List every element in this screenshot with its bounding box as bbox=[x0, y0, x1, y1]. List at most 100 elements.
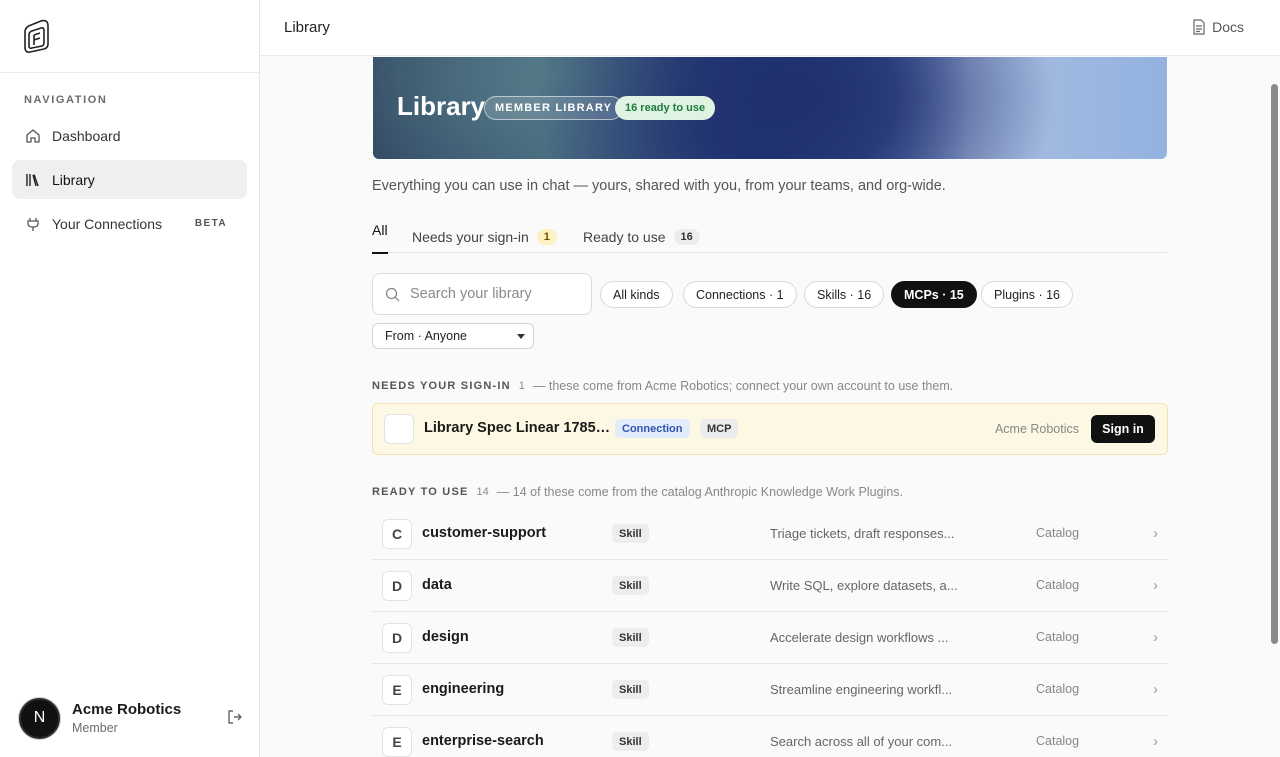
beta-badge: BETA bbox=[194, 218, 227, 229]
item-name: customer-support bbox=[422, 525, 547, 541]
item-initial: E bbox=[382, 675, 412, 705]
item-initial: D bbox=[382, 571, 412, 601]
scrollbar-thumb[interactable] bbox=[1271, 84, 1278, 644]
item-initial: E bbox=[382, 727, 412, 757]
filter-skills[interactable]: Skills · 16 bbox=[804, 281, 885, 308]
app-logo-icon[interactable] bbox=[22, 19, 52, 53]
table-row[interactable]: C customer-support Skill Triage tickets,… bbox=[372, 508, 1168, 560]
table-row[interactable]: D design Skill Accelerate design workflo… bbox=[372, 612, 1168, 664]
skill-tag: Skill bbox=[612, 680, 649, 699]
item-name: Library Spec Linear 178575... bbox=[424, 420, 614, 436]
docs-link[interactable]: Docs bbox=[1192, 19, 1244, 35]
table-row[interactable]: E enterprise-search Skill Search across … bbox=[372, 716, 1168, 757]
document-icon bbox=[1193, 19, 1205, 35]
item-description: Triage tickets, draft responses... bbox=[770, 526, 955, 541]
plug-icon bbox=[24, 215, 42, 233]
logo-area bbox=[0, 0, 259, 73]
chevron-right-icon: › bbox=[1153, 681, 1158, 698]
tab-label: Ready to use bbox=[583, 229, 666, 245]
chevron-right-icon: › bbox=[1153, 577, 1158, 594]
tab-label: All bbox=[372, 222, 388, 238]
sidebar: NAVIGATION Dashboard Library Your Connec… bbox=[0, 0, 260, 757]
user-profile: N Acme Robotics Member bbox=[19, 697, 244, 739]
filter-all-kinds[interactable]: All kinds bbox=[600, 281, 673, 308]
item-description: Streamline engineering workfl... bbox=[770, 682, 953, 697]
docs-label: Docs bbox=[1212, 19, 1244, 35]
tab-count: 16 bbox=[673, 229, 700, 245]
page-subtitle: Everything you can use in chat — yours, … bbox=[372, 178, 946, 194]
filter-mcps[interactable]: MCPs · 15 bbox=[891, 281, 977, 308]
section-count: 1 bbox=[518, 380, 525, 392]
filter-connections[interactable]: Connections · 1 bbox=[683, 281, 797, 308]
tab-needs-sign-in[interactable]: Needs your sign-in 1 bbox=[412, 222, 557, 252]
section-count: 14 bbox=[476, 486, 489, 498]
library-hero-banner: Library MEMBER LIBRARY 16 ready to use bbox=[373, 57, 1167, 159]
library-tabs: All Needs your sign-in 1 Ready to use 16 bbox=[372, 216, 1167, 254]
item-source: Catalog bbox=[1036, 526, 1080, 540]
skill-tag: Skill bbox=[612, 628, 649, 647]
search-icon bbox=[385, 287, 400, 301]
ready-list: C customer-support Skill Triage tickets,… bbox=[372, 508, 1168, 757]
user-name: Acme Robotics bbox=[72, 701, 182, 718]
logout-icon[interactable] bbox=[226, 708, 244, 726]
sidebar-item-label: Your Connections bbox=[52, 215, 163, 232]
section-note: — these come from Acme Robotics; connect… bbox=[532, 379, 954, 393]
item-name: enterprise-search bbox=[422, 733, 544, 749]
section-label: READY TO USE bbox=[372, 486, 469, 498]
chevron-right-icon: › bbox=[1153, 525, 1158, 542]
item-initial: D bbox=[382, 623, 412, 653]
sidebar-item-library[interactable]: Library bbox=[12, 160, 247, 199]
breadcrumb: Library bbox=[284, 19, 330, 36]
item-name: engineering bbox=[422, 681, 505, 697]
item-icon bbox=[384, 414, 414, 444]
item-source: Catalog bbox=[1036, 682, 1080, 696]
needs-sign-in-header: NEEDS YOUR SIGN-IN 1 — these come from A… bbox=[372, 379, 953, 393]
chevron-right-icon: › bbox=[1153, 733, 1158, 750]
sign-in-button[interactable]: Sign in bbox=[1091, 415, 1155, 443]
search-input[interactable] bbox=[410, 286, 580, 302]
item-initial: C bbox=[382, 519, 412, 549]
caret-down-icon bbox=[517, 334, 525, 339]
table-row[interactable]: E engineering Skill Streamline engineeri… bbox=[372, 664, 1168, 716]
library-icon bbox=[24, 171, 42, 189]
tab-count: 1 bbox=[536, 229, 557, 245]
table-row[interactable]: D data Skill Write SQL, explore datasets… bbox=[372, 560, 1168, 612]
search-field[interactable] bbox=[372, 273, 592, 315]
ready-count-badge: 16 ready to use bbox=[615, 96, 716, 120]
item-description: Write SQL, explore datasets, a... bbox=[770, 578, 958, 593]
sidebar-item-your-connections[interactable]: Your Connections BETA bbox=[12, 204, 247, 243]
avatar[interactable]: N bbox=[19, 697, 60, 739]
item-name: design bbox=[422, 629, 469, 645]
list-item[interactable]: Library Spec Linear 178575... Connection… bbox=[372, 403, 1168, 455]
mcp-tag: MCP bbox=[700, 419, 739, 438]
from-select[interactable]: From · Anyone bbox=[372, 323, 534, 349]
member-library-badge: MEMBER LIBRARY bbox=[484, 96, 624, 120]
page-title: Library bbox=[397, 91, 486, 121]
section-label: NEEDS YOUR SIGN-IN bbox=[372, 380, 511, 392]
from-select-value: From · Anyone bbox=[385, 329, 467, 343]
tab-label: Needs your sign-in bbox=[412, 229, 529, 245]
item-source: Catalog bbox=[1036, 630, 1080, 644]
tab-all[interactable]: All bbox=[372, 222, 388, 254]
skill-tag: Skill bbox=[612, 732, 649, 751]
filter-plugins[interactable]: Plugins · 16 bbox=[981, 281, 1074, 308]
item-name: data bbox=[422, 577, 452, 593]
connection-tag: Connection bbox=[615, 419, 690, 438]
sidebar-item-label: Dashboard bbox=[52, 127, 121, 144]
item-description: Accelerate design workflows ... bbox=[770, 630, 949, 645]
item-source: Acme Robotics bbox=[994, 422, 1079, 436]
sidebar-item-dashboard[interactable]: Dashboard bbox=[12, 116, 247, 155]
skill-tag: Skill bbox=[612, 576, 649, 595]
skill-tag: Skill bbox=[612, 524, 649, 543]
home-icon bbox=[24, 127, 42, 145]
nav-heading: NAVIGATION bbox=[24, 94, 108, 106]
ready-to-use-header: READY TO USE 14 — 14 of these come from … bbox=[372, 485, 903, 499]
tab-ready-to-use[interactable]: Ready to use 16 bbox=[583, 222, 700, 252]
user-role: Member bbox=[72, 721, 118, 735]
sidebar-item-label: Library bbox=[52, 171, 95, 188]
item-description: Search across all of your com... bbox=[770, 734, 953, 749]
chevron-right-icon: › bbox=[1153, 629, 1158, 646]
section-note: — 14 of these come from the catalog Anth… bbox=[496, 485, 904, 499]
top-bar: Library Docs bbox=[260, 0, 1280, 56]
item-source: Catalog bbox=[1036, 578, 1080, 592]
